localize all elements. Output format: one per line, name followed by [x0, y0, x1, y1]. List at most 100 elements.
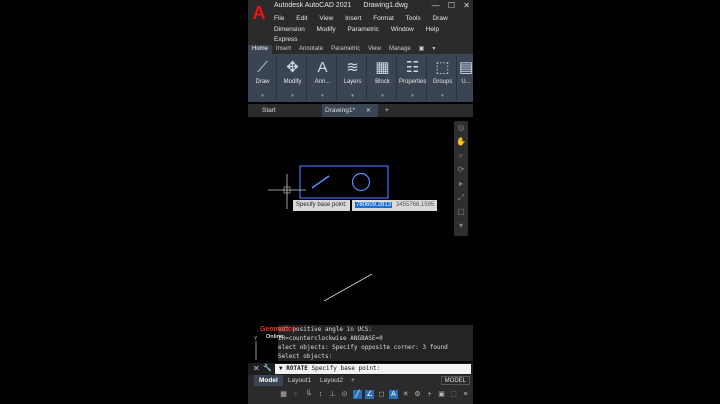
new-tab-icon[interactable]: +: [381, 104, 389, 117]
annotation-visibility-icon[interactable]: ✕: [401, 390, 410, 399]
status-bar: ▦ ⁘ ╚ ↕ ⊥ ⊙ ╱ ∠ ◻ A ✕ ⚙ + ▣ ⬚ ≡: [248, 386, 473, 404]
maximize-icon[interactable]: ☐: [448, 1, 455, 10]
tab-layout1[interactable]: Layout1: [283, 375, 316, 386]
ribbon-minimize-icon[interactable]: ▣: [415, 44, 429, 54]
command-arrow-icon[interactable]: ▼: [279, 365, 283, 372]
layout-tabs: Model Layout1 Layout2 + MODEL: [248, 375, 473, 386]
grid-icon[interactable]: ▦: [279, 390, 288, 399]
object-snap-tracking-icon[interactable]: ∠: [365, 390, 374, 399]
close-command-line-icon[interactable]: ✕: [253, 364, 260, 373]
add-layout-icon[interactable]: +: [346, 375, 360, 386]
zoom-extents-icon[interactable]: ⤢: [454, 191, 468, 205]
menu-bar-row3: Express: [274, 36, 307, 43]
menu-draw[interactable]: Draw: [432, 15, 447, 22]
menu-file[interactable]: File: [274, 15, 284, 22]
panel-modify-label: Modify: [283, 79, 302, 85]
autocad-window: A Autodesk AutoCAD 2021 Drawing1.dwg — ☐…: [248, 0, 473, 404]
workspace-gear-icon[interactable]: ⚙: [413, 390, 422, 399]
panel-layers[interactable]: ≋ Layers ▾: [339, 56, 367, 100]
file-title: Drawing1.dwg: [363, 2, 408, 9]
menu-express[interactable]: Express: [274, 36, 297, 43]
selection-rectangle[interactable]: [299, 165, 389, 199]
tab-drawing1-label: Drawing1*: [325, 107, 355, 114]
window-title: Autodesk AutoCAD 2021 Drawing1.dwg: [274, 2, 418, 9]
tab-start[interactable]: Start: [248, 104, 320, 117]
chevron-down-icon[interactable]: ▾: [309, 93, 336, 99]
polar-tracking-icon[interactable]: ⊙: [340, 390, 349, 399]
menu-dimension[interactable]: Dimension: [274, 26, 305, 33]
panel-layers-label: Layers: [343, 79, 362, 85]
command-line: ✕ 🔧 ▼ ROTATE Specify base point:: [248, 363, 473, 375]
zoom-icon[interactable]: ⌕: [454, 149, 468, 163]
chevron-down-icon[interactable]: ▾: [339, 93, 366, 99]
menu-tools[interactable]: Tools: [405, 15, 420, 22]
showmotion-icon[interactable]: ▸: [454, 177, 468, 191]
steering-wheel-icon[interactable]: ◎: [454, 121, 468, 135]
command-history-line: ent positive angle in UCS:: [278, 325, 473, 334]
dynamic-input-x[interactable]: 780609.2813: [352, 200, 396, 211]
menu-edit[interactable]: Edit: [296, 15, 307, 22]
orbit-icon[interactable]: ⟳: [454, 163, 468, 177]
pan-icon[interactable]: ✋: [454, 135, 468, 149]
command-history-line: Select objects:: [278, 352, 473, 361]
selected-line[interactable]: [311, 175, 330, 189]
panel-utilities[interactable]: ▤ U...: [459, 56, 473, 100]
hardware-acceleration-icon[interactable]: ▣: [437, 390, 446, 399]
annotation-text-icon: A: [317, 59, 328, 76]
annotation-scale-icon[interactable]: A: [389, 390, 398, 399]
menu-format[interactable]: Format: [373, 15, 394, 22]
panel-modify[interactable]: ✥ Modify ▾: [279, 56, 307, 100]
drawing-canvas[interactable]: Y ◎ ✋ ⌕ ⟳ ▸ ⤢ ▢ ▾ Specify base point: 78…: [248, 117, 473, 363]
panel-draw[interactable]: ⟋ Draw ▾: [249, 56, 277, 100]
file-tabs: Start Drawing1* ✕ +: [248, 104, 473, 117]
tab-layout2[interactable]: Layout2: [315, 375, 348, 386]
chevron-down-icon[interactable]: ▾: [429, 93, 456, 99]
panel-draw-label: Draw: [255, 79, 270, 85]
chevron-down-icon[interactable]: ▾: [369, 93, 396, 99]
menu-insert[interactable]: Insert: [345, 15, 361, 22]
customization-menu-icon[interactable]: ≡: [461, 390, 470, 399]
view-cube-icon[interactable]: ▢: [454, 205, 468, 219]
menu-window[interactable]: Window: [391, 26, 414, 33]
menu-modify[interactable]: Modify: [317, 26, 336, 33]
menu-bar-row2: Dimension Modify Parametric Window Help: [274, 26, 449, 33]
move-arrows-icon: ✥: [286, 59, 299, 76]
minimize-icon[interactable]: —: [432, 1, 440, 10]
object-snap-icon[interactable]: ◻: [377, 390, 386, 399]
command-history-line: IR=counterclockwise ANGBASE=0: [278, 334, 473, 343]
menu-view[interactable]: View: [319, 15, 333, 22]
clean-screen-icon[interactable]: ⬚: [449, 390, 458, 399]
snap-icon[interactable]: ⁘: [291, 390, 300, 399]
tab-drawing1[interactable]: Drawing1* ✕: [322, 104, 378, 117]
selected-circle[interactable]: [351, 172, 371, 192]
ribbon-dropdown-icon[interactable]: ▾: [428, 44, 439, 54]
close-tab-icon[interactable]: ✕: [366, 108, 371, 114]
dynamic-input-y[interactable]: 3455766.1595: [393, 200, 438, 211]
chevron-down-icon[interactable]: ▾: [279, 93, 306, 99]
tab-model[interactable]: Model: [254, 375, 283, 386]
navbar-menu-icon[interactable]: ▾: [454, 219, 468, 233]
isodraft-icon[interactable]: ╱: [353, 390, 362, 399]
model-space-badge[interactable]: MODEL: [440, 376, 470, 385]
menu-help[interactable]: Help: [426, 26, 439, 33]
panel-block[interactable]: ▦ Block ▾: [369, 56, 397, 100]
ribbon-tabs: Home Insert Annotate Parametric View Manage ▣ ▾: [248, 44, 473, 55]
close-icon[interactable]: ✕: [463, 1, 470, 10]
chevron-down-icon[interactable]: ▾: [249, 93, 276, 99]
dynamic-input-x-value[interactable]: 780609.2813: [355, 202, 393, 208]
panel-groups[interactable]: ⬚ Groups ▾: [429, 56, 457, 100]
add-status-icon[interactable]: +: [425, 390, 434, 399]
line-draw-icon: ⟋: [257, 59, 268, 76]
drawing-line[interactable]: [323, 273, 373, 302]
menu-parametric[interactable]: Parametric: [348, 26, 379, 33]
command-input[interactable]: ▼ ROTATE Specify base point:: [275, 364, 471, 374]
chevron-down-icon[interactable]: ▾: [399, 93, 426, 99]
block-icon: ▦: [375, 59, 390, 76]
customize-wrench-icon[interactable]: 🔧: [263, 364, 272, 372]
ortho-icon[interactable]: ⊥: [328, 390, 337, 399]
autocad-logo-icon[interactable]: A: [251, 3, 267, 23]
infer-constraints-icon[interactable]: ╚: [304, 390, 313, 399]
dynamic-input-icon[interactable]: ↕: [316, 390, 325, 399]
panel-properties[interactable]: ☷ Properties ▾: [399, 56, 427, 100]
panel-annotation[interactable]: A Ann... ▾: [309, 56, 337, 100]
